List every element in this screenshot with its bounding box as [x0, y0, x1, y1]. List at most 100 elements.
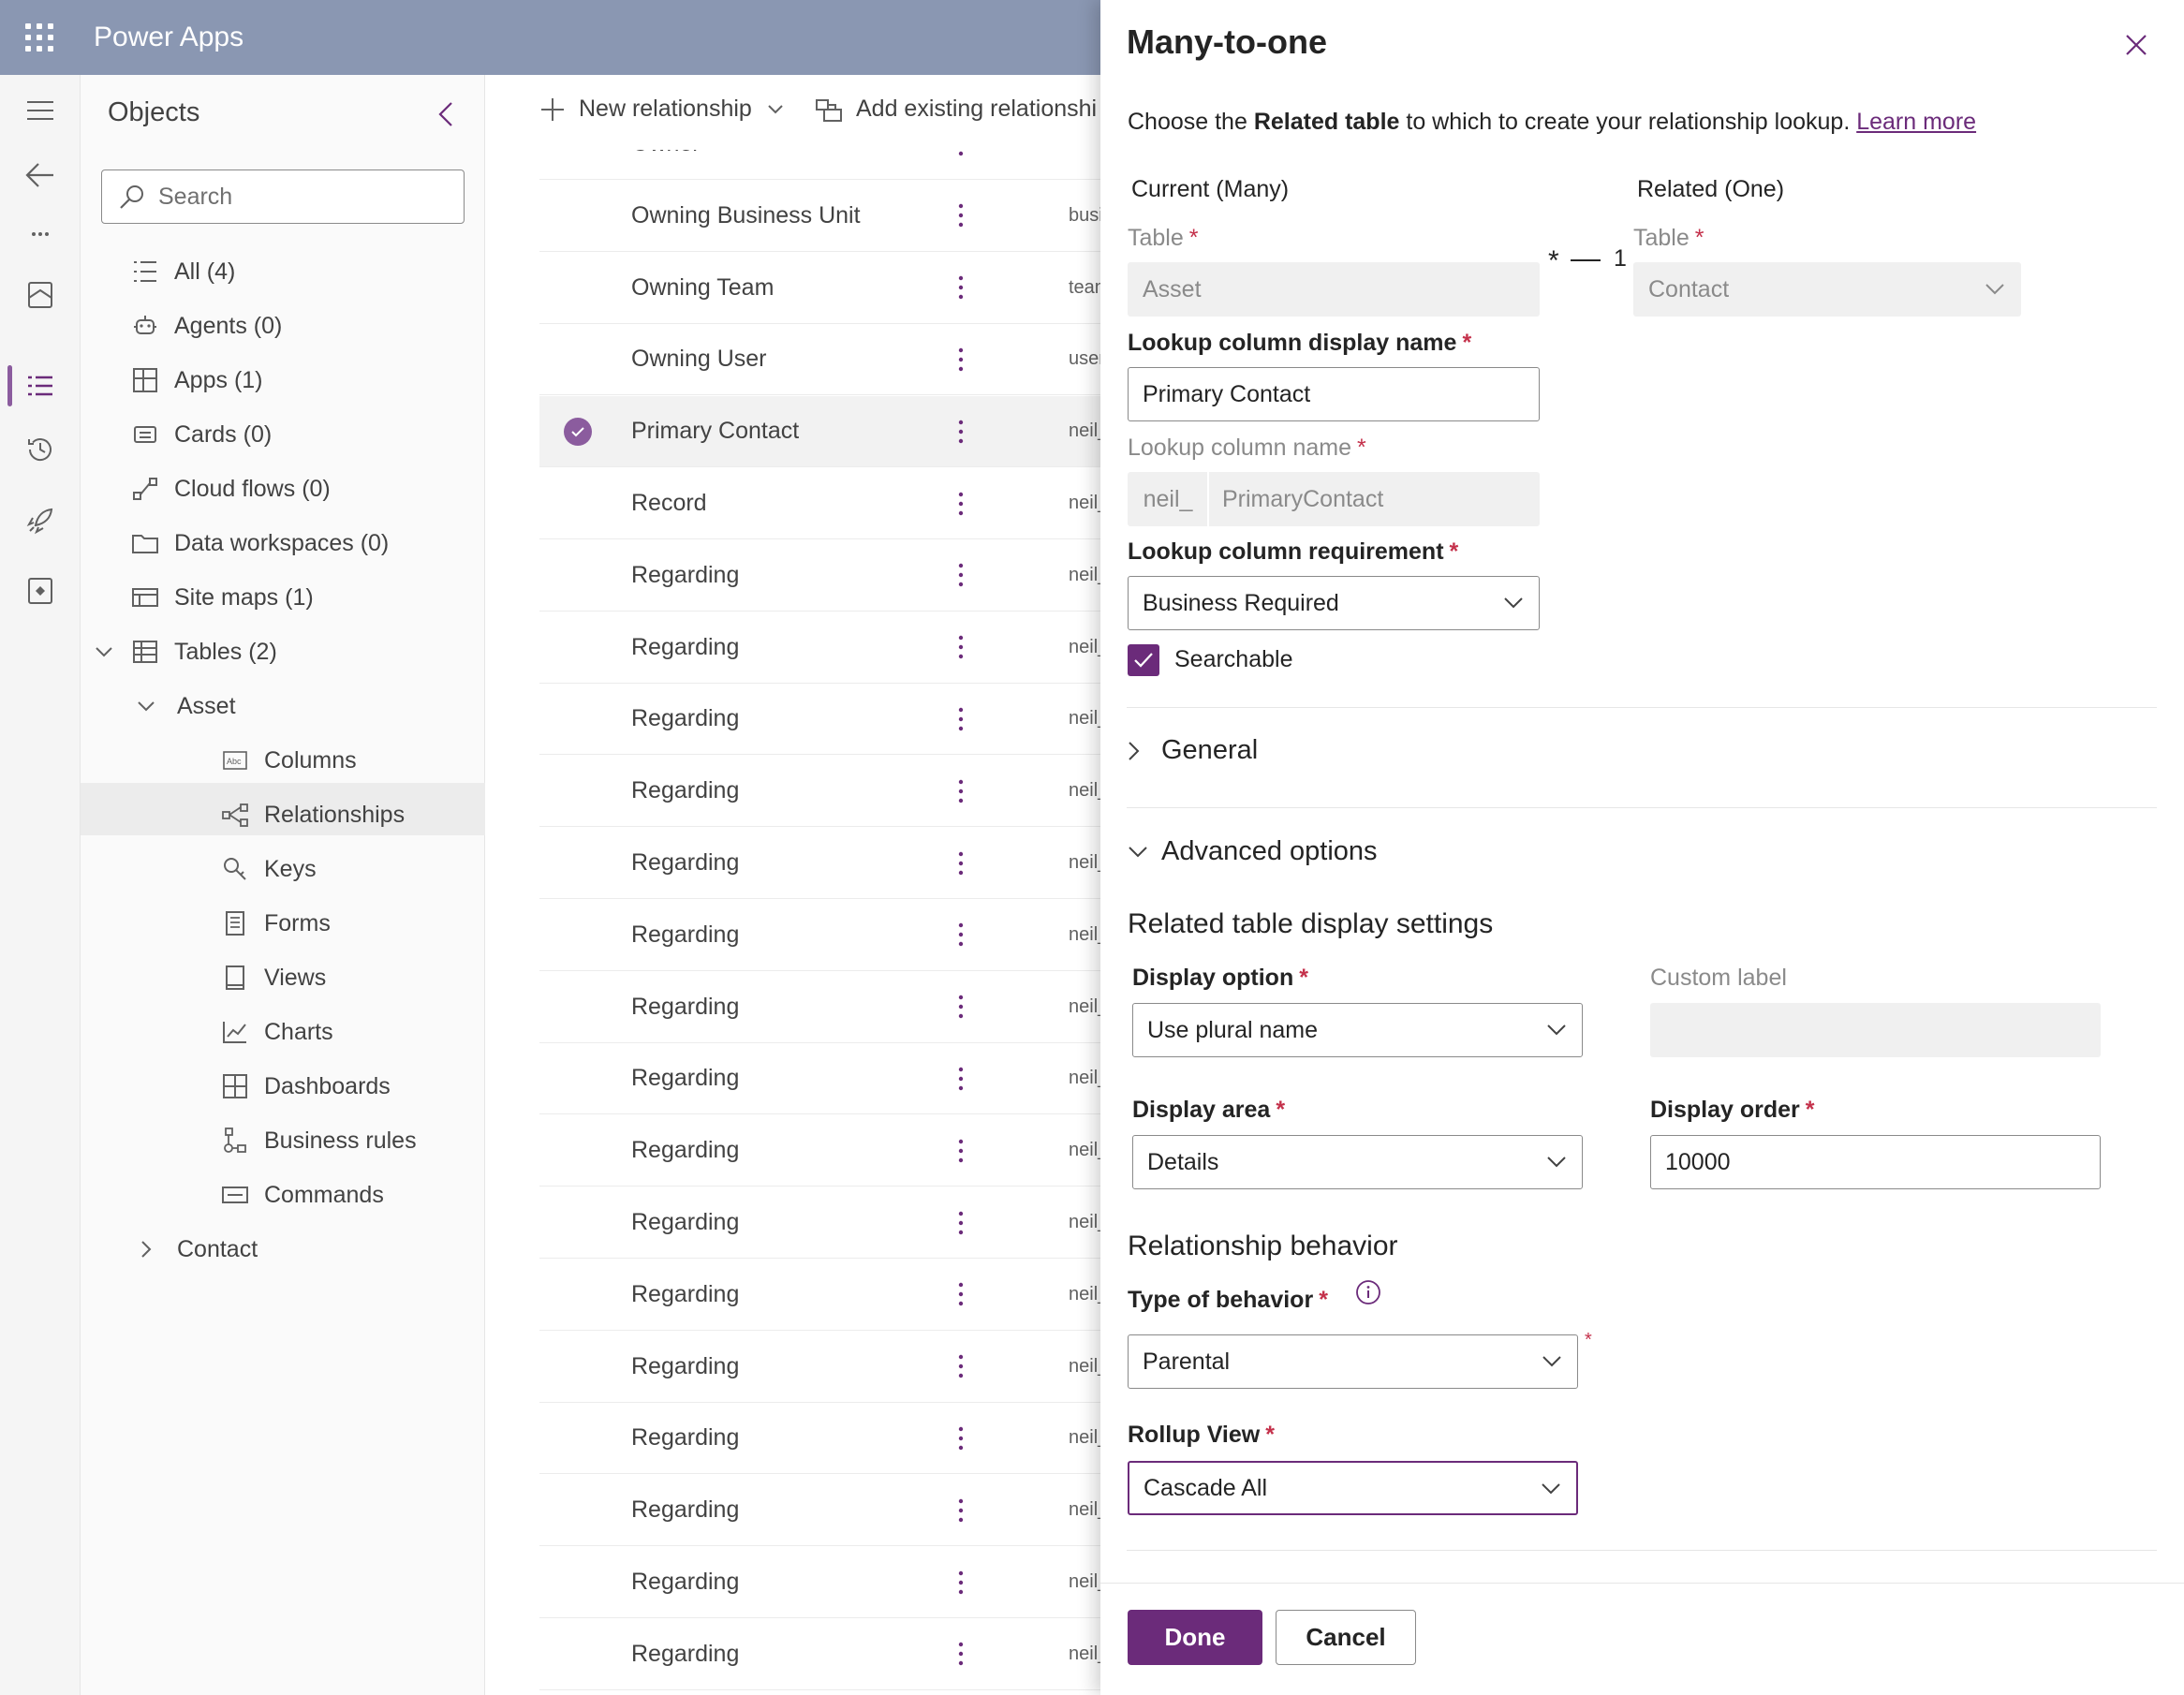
more-vertical-icon[interactable]	[952, 1275, 970, 1313]
table-row[interactable]: Regarding neil_asset	[539, 1475, 1100, 1547]
rail-solutions-button[interactable]	[0, 563, 81, 619]
rail-history-button[interactable]	[0, 421, 81, 478]
chevron-down-icon[interactable]	[92, 636, 116, 668]
tree-item-cards[interactable]: Cards (0)	[129, 408, 272, 461]
back-button[interactable]	[0, 147, 81, 203]
table-row[interactable]: Regarding neil_asset	[539, 1187, 1100, 1259]
lookup-display-name-input[interactable]: Primary Contact	[1128, 367, 1540, 421]
add-existing-relationship-button[interactable]: Add existing relationshi	[815, 96, 1097, 123]
chevron-down-icon	[1542, 1483, 1560, 1495]
more-vertical-icon[interactable]	[952, 1132, 970, 1170]
tree-item-cloud-flows[interactable]: Cloud flows (0)	[129, 463, 331, 515]
app-title[interactable]: Power Apps	[94, 22, 243, 53]
more-vertical-icon[interactable]	[952, 1348, 970, 1385]
table-row[interactable]: Owner owner_ne	[539, 150, 1100, 180]
tree-item-data-workspaces[interactable]: Data workspaces (0)	[129, 517, 389, 569]
tree-item-commands[interactable]: Commands	[219, 1169, 384, 1221]
rail-publish-button[interactable]	[0, 493, 81, 549]
table-row[interactable]: Regarding neil_asset	[539, 1332, 1100, 1403]
more-vertical-icon[interactable]	[952, 1492, 970, 1529]
tree-item-relationships[interactable]: Relationships	[219, 789, 405, 841]
learn-more-link[interactable]: Learn more	[1856, 109, 1976, 135]
more-vertical-icon[interactable]	[952, 1564, 970, 1601]
more-vertical-icon[interactable]	[952, 700, 970, 738]
more-vertical-icon[interactable]	[952, 1420, 970, 1457]
table-row[interactable]: Owning Team team_neil	[539, 253, 1100, 324]
display-area-dropdown[interactable]: Details	[1132, 1135, 1583, 1189]
table-row[interactable]: Record neil_asset	[539, 468, 1100, 539]
info-icon	[1356, 1280, 1380, 1304]
tree-item-forms[interactable]: Forms	[219, 897, 331, 950]
chevron-right-icon[interactable]	[134, 1233, 158, 1265]
advanced-options-toggle[interactable]: Advanced options	[1128, 836, 1378, 867]
table-row[interactable]: Regarding neil_asset	[539, 540, 1100, 612]
row-selected-check-icon[interactable]	[564, 417, 592, 446]
table-row[interactable]: Regarding neil_asset	[539, 1547, 1100, 1618]
table-row[interactable]: Regarding neil_asset	[539, 1260, 1100, 1331]
new-relationship-button[interactable]: New relationship	[539, 96, 784, 123]
lookup-requirement-dropdown[interactable]: Business Required	[1128, 576, 1540, 630]
more-vertical-icon[interactable]	[952, 916, 970, 953]
display-order-input[interactable]: 10000	[1650, 1135, 2101, 1189]
more-vertical-icon[interactable]	[952, 988, 970, 1025]
done-button[interactable]: Done	[1128, 1610, 1262, 1665]
tree-item-columns[interactable]: Abc Columns	[219, 734, 357, 787]
table-row[interactable]: Owning Business Unit business_	[539, 181, 1100, 252]
more-vertical-icon[interactable]	[952, 1060, 970, 1098]
cancel-button[interactable]: Cancel	[1276, 1610, 1416, 1665]
display-option-dropdown[interactable]: Use plural name	[1132, 1003, 1583, 1057]
collapse-pane-button[interactable]	[427, 96, 465, 133]
more-vertical-icon[interactable]	[952, 556, 970, 594]
tree-item-business-rules[interactable]: Business rules	[219, 1114, 417, 1167]
tree-item-asset[interactable]: Asset	[134, 680, 236, 732]
more-button[interactable]	[0, 206, 81, 262]
table-row[interactable]: Regarding neil_asset	[539, 900, 1100, 971]
tree-item-tables[interactable]: Tables (2)	[92, 626, 277, 678]
tree-item-views[interactable]: Views	[219, 951, 326, 1004]
table-row[interactable]: Regarding neil_asset	[539, 756, 1100, 828]
general-section-toggle[interactable]: General	[1128, 735, 1258, 766]
cardinality-line	[1571, 259, 1601, 261]
objects-search[interactable]	[101, 170, 465, 224]
table-row[interactable]: Regarding neil_asset	[539, 1043, 1100, 1115]
table-row[interactable]: Primary Contact neil_asset	[539, 396, 1100, 468]
more-vertical-icon[interactable]	[952, 150, 970, 163]
tree-item-contact[interactable]: Contact	[134, 1223, 258, 1275]
searchable-checkbox[interactable]	[1128, 644, 1159, 676]
more-vertical-icon[interactable]	[952, 1635, 970, 1673]
more-vertical-icon[interactable]	[952, 1204, 970, 1242]
search-input[interactable]	[158, 183, 439, 211]
rail-pages-button[interactable]	[0, 267, 81, 323]
tree-item-keys[interactable]: Keys	[219, 843, 317, 895]
table-row[interactable]: Regarding neil_asset	[539, 612, 1100, 684]
more-vertical-icon[interactable]	[952, 269, 970, 306]
close-button[interactable]	[2116, 24, 2157, 66]
more-vertical-icon[interactable]	[952, 485, 970, 523]
app-launcher-button[interactable]	[0, 0, 79, 75]
table-row[interactable]: Regarding neil_asset	[539, 684, 1100, 756]
tree-item-site-maps[interactable]: Site maps (1)	[129, 571, 314, 624]
tree-item-charts[interactable]: Charts	[219, 1006, 333, 1058]
table-row[interactable]: Owning User user_neil_	[539, 324, 1100, 396]
rail-objects-button[interactable]	[0, 358, 81, 414]
more-vertical-icon[interactable]	[952, 197, 970, 234]
type-of-behavior-dropdown[interactable]: Parental	[1128, 1334, 1578, 1389]
tree-item-dashboards[interactable]: Dashboards	[219, 1060, 391, 1113]
more-vertical-icon[interactable]	[952, 413, 970, 450]
hamburger-menu-button[interactable]	[0, 82, 81, 139]
table-row[interactable]: Regarding neil_asset	[539, 972, 1100, 1043]
more-vertical-icon[interactable]	[952, 773, 970, 810]
behavior-info-button[interactable]	[1355, 1279, 1381, 1305]
more-vertical-icon[interactable]	[952, 341, 970, 378]
tree-item-all[interactable]: All (4)	[129, 245, 235, 298]
tree-item-agents[interactable]: Agents (0)	[129, 300, 282, 352]
table-row[interactable]: Regarding neil_asset	[539, 1115, 1100, 1187]
more-vertical-icon[interactable]	[952, 628, 970, 666]
table-row[interactable]: Regarding neil_asset	[539, 1619, 1100, 1690]
tree-item-apps[interactable]: Apps (1)	[129, 354, 263, 406]
rollup-view-dropdown[interactable]: Cascade All	[1128, 1461, 1578, 1515]
table-row[interactable]: Regarding neil_asset	[539, 1403, 1100, 1475]
more-vertical-icon[interactable]	[952, 845, 970, 882]
table-row[interactable]: Regarding neil_asset	[539, 828, 1100, 899]
chevron-down-icon[interactable]	[134, 690, 158, 722]
